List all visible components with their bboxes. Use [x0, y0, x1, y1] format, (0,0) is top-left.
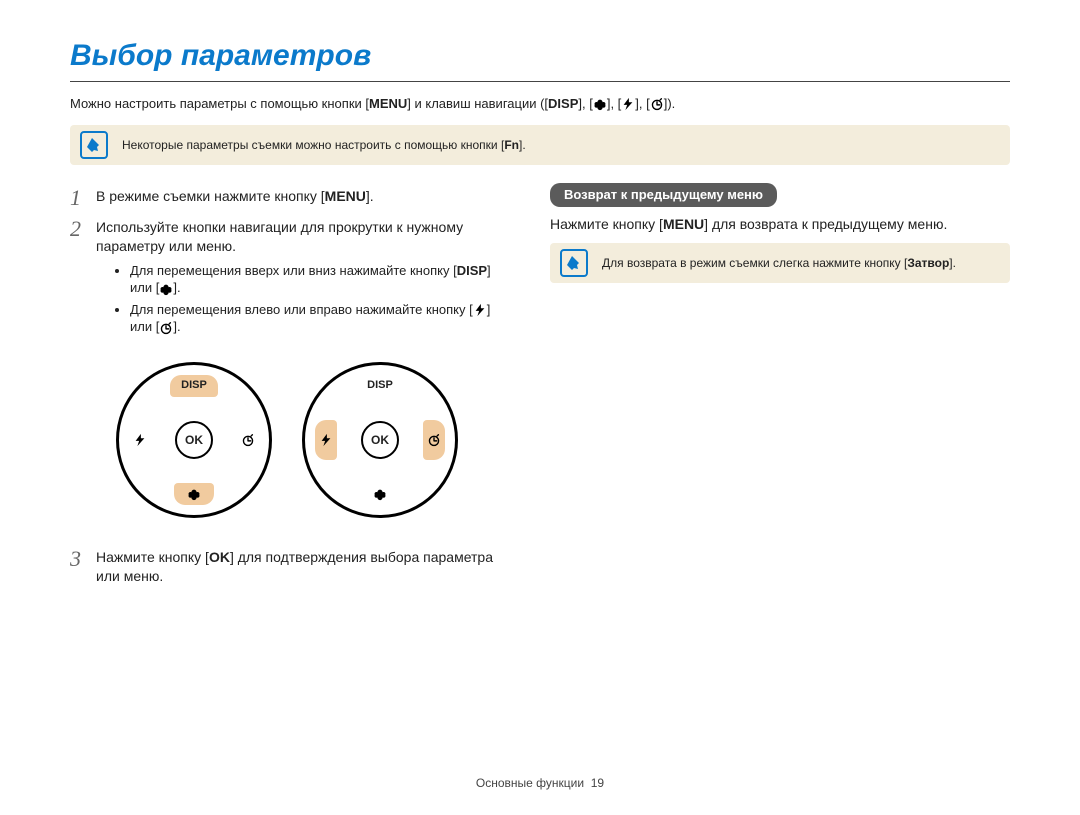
note-box-fn: Некоторые параметры съемки можно настрои…	[70, 125, 1010, 165]
step-1: В режиме съемки нажмите кнопку [MENU].	[70, 187, 510, 206]
menu-key-label: MENU	[369, 96, 407, 111]
note-icon	[560, 249, 588, 277]
intro-paragraph: Можно настроить параметры с помощью кноп…	[70, 95, 1010, 113]
page-title: Выбор параметров	[70, 36, 1010, 77]
return-a: Нажмите кнопку [	[550, 216, 663, 232]
page-footer: Основные функции 19	[0, 775, 1080, 791]
title-rule	[70, 81, 1010, 82]
intro-text-4: ], [	[607, 96, 621, 111]
dial-pad-macro	[174, 483, 214, 505]
flash-icon	[621, 97, 635, 111]
s2b1c: ].	[173, 280, 180, 295]
dial-pad-macro	[360, 483, 400, 505]
shutter-key-label: Затвор	[907, 256, 949, 270]
note1-text: Некоторые параметры съемки можно настрои…	[122, 138, 504, 152]
flash-icon	[473, 303, 487, 317]
step1-b: ].	[366, 188, 374, 204]
timer-icon	[427, 433, 441, 447]
flower-icon	[593, 97, 607, 111]
note-shutter-text: Для возврата в режим съемки слегка нажми…	[602, 255, 956, 271]
footer-section: Основные функции	[476, 776, 584, 790]
intro-text-6: ]).	[664, 96, 676, 111]
flower-icon	[373, 487, 387, 501]
intro-text-5: ], [	[635, 96, 649, 111]
manual-page: Выбор параметров Можно настроить парамет…	[0, 0, 1080, 815]
two-column-layout: В режиме съемки нажмите кнопку [MENU]. И…	[70, 183, 1010, 598]
step2-bullet-horizontal: Для перемещения влево или вправо нажимай…	[130, 301, 510, 336]
step2-main: Используйте кнопки навигации для прокрут…	[96, 219, 463, 254]
fn-key-label: Fn	[504, 138, 519, 152]
intro-text-3: ], [	[578, 96, 592, 111]
dial-pad-timer	[237, 420, 259, 460]
step2-bullet-vertical: Для перемещения вверх или вниз нажимайте…	[130, 262, 510, 297]
dial-pad-disp: DISP	[170, 375, 218, 397]
return-subheading: Возврат к предыдущему меню	[550, 183, 777, 207]
right-column: Возврат к предыдущему меню Нажмите кнопк…	[550, 183, 1010, 598]
note-glyph-icon	[86, 137, 102, 153]
note-text: Некоторые параметры съемки можно настрои…	[122, 137, 526, 153]
timer-icon	[650, 97, 664, 111]
note2-b: ].	[949, 256, 956, 270]
dial-center-ok: OK	[175, 421, 213, 459]
menu-key-label: MENU	[325, 188, 366, 204]
footer-page-number: 19	[591, 776, 604, 790]
s2b1a: Для перемещения вверх или вниз нажимайте…	[130, 263, 457, 278]
flash-icon	[133, 433, 147, 447]
steps-list: В режиме съемки нажмите кнопку [MENU]. И…	[70, 187, 510, 586]
menu-key-label: MENU	[663, 216, 704, 232]
dials-diagram: DISP OK DISP OK	[116, 362, 510, 518]
step-3: Нажмите кнопку [OK] для подтверждения вы…	[70, 548, 510, 586]
note-icon	[80, 131, 108, 159]
flash-icon	[319, 433, 333, 447]
note-box-shutter: Для возврата в режим съемки слегка нажми…	[550, 243, 1010, 283]
intro-text-2: ] и клавиш навигации ([	[407, 96, 548, 111]
step2-bullets: Для перемещения вверх или вниз нажимайте…	[96, 260, 510, 342]
dial-pad-disp: DISP	[356, 375, 404, 397]
timer-icon	[159, 321, 173, 335]
intro-text-1: Можно настроить параметры с помощью кноп…	[70, 96, 369, 111]
dial-center-ok: OK	[361, 421, 399, 459]
timer-icon	[241, 433, 255, 447]
flower-icon	[187, 487, 201, 501]
dial-horizontal: DISP OK	[302, 362, 458, 518]
flower-icon	[159, 282, 173, 296]
left-column: В режиме съемки нажмите кнопку [MENU]. И…	[70, 183, 510, 598]
s2b2c: ].	[173, 319, 180, 334]
note-glyph-icon	[566, 255, 582, 271]
dial-pad-timer	[423, 420, 445, 460]
dial-pad-flash	[129, 420, 151, 460]
s2b2a: Для перемещения влево или вправо нажимай…	[130, 302, 473, 317]
step-2: Используйте кнопки навигации для прокрут…	[70, 218, 510, 518]
return-b: ] для возврата к предыдущему меню.	[704, 216, 947, 232]
return-text: Нажмите кнопку [MENU] для возврата к пре…	[550, 215, 1010, 234]
dial-pad-flash	[315, 420, 337, 460]
note2-a: Для возврата в режим съемки слегка нажми…	[602, 256, 907, 270]
disp-key-label: DISP	[548, 96, 578, 111]
note1-end: ].	[519, 138, 526, 152]
step3-a: Нажмите кнопку [	[96, 549, 209, 565]
ok-key-label: OK	[209, 549, 230, 565]
step1-a: В режиме съемки нажмите кнопку [	[96, 188, 325, 204]
disp-key-label: DISP	[457, 263, 487, 278]
dial-vertical: DISP OK	[116, 362, 272, 518]
